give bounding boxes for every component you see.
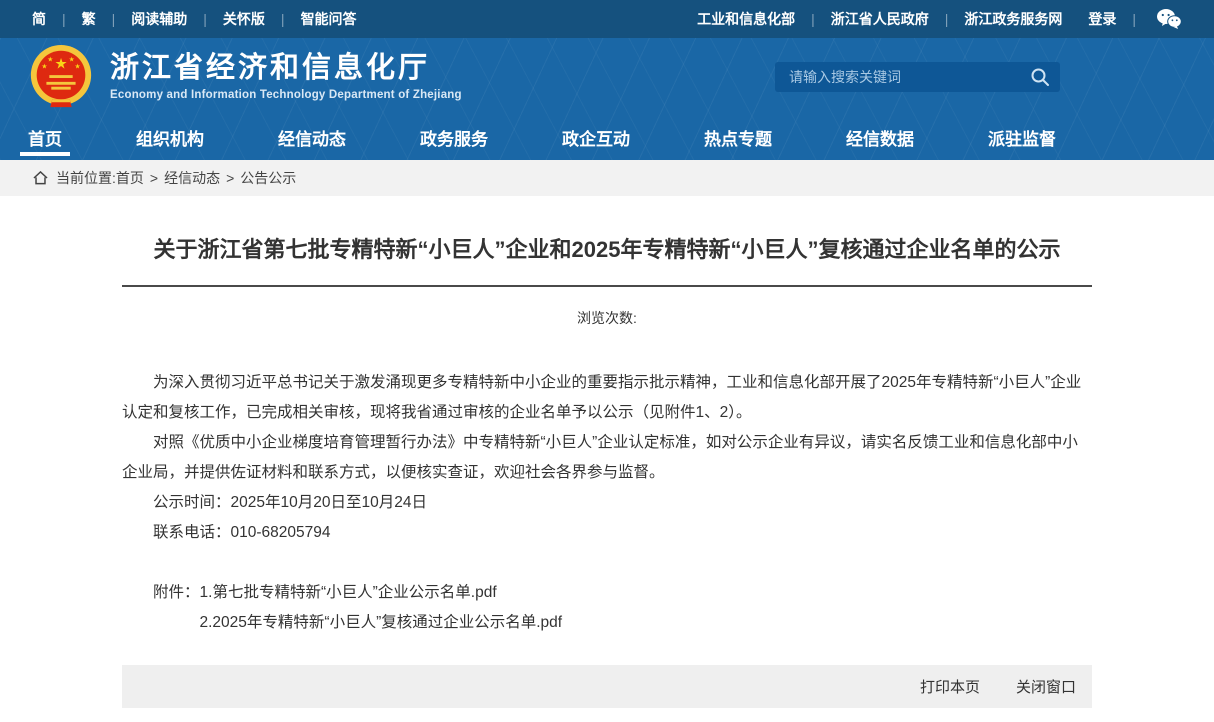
search-box[interactable] <box>775 62 1060 92</box>
site-title: 浙江省经济和信息化厅 <box>110 52 462 85</box>
breadcrumb-announcements[interactable]: 公告公示 <box>240 168 296 188</box>
article-footer-bar: 打印本页 关闭窗口 <box>122 665 1092 708</box>
header-area: ★ ★ ★ ★ ★ 浙江省经济和信息化厅 Economy and Informa… <box>0 38 1214 160</box>
nav-item-data[interactable]: 经信数据 <box>846 115 914 160</box>
paragraph: 对照《优质中小企业梯度培育管理暂行办法》中专精特新“小巨人”企业认定标准，如对公… <box>122 428 1092 488</box>
main-nav: 首页 组织机构 经信动态 政务服务 政企互动 热点专题 经信数据 派驻监督 <box>0 115 1214 160</box>
topbar: 简 | 繁 | 阅读辅助 | 关怀版 | 智能问答 工业和信息化部 | 浙江省人… <box>0 0 1214 38</box>
miit-link[interactable]: 工业和信息化部 <box>697 9 795 29</box>
article-container: 关于浙江省第七批专精特新“小巨人”企业和2025年专精特新“小巨人”复核通过企业… <box>122 232 1092 708</box>
title-divider <box>122 285 1092 287</box>
svg-text:★: ★ <box>41 63 47 70</box>
search-input[interactable] <box>787 68 1030 86</box>
nav-item-supervision[interactable]: 派驻监督 <box>988 115 1056 160</box>
topbar-separator: | <box>945 11 949 27</box>
nav-item-interaction[interactable]: 政企互动 <box>562 115 630 160</box>
reading-aid-link[interactable]: 阅读辅助 <box>131 9 187 29</box>
nav-item-home[interactable]: 首页 <box>28 115 62 160</box>
print-button[interactable]: 打印本页 <box>920 676 980 697</box>
smart-qa-link[interactable]: 智能问答 <box>301 9 357 29</box>
zhejiang-service-link[interactable]: 浙江政务服务网 <box>964 9 1062 29</box>
zhejiang-gov-link[interactable]: 浙江省人民政府 <box>831 9 929 29</box>
breadcrumb-separator: > <box>226 170 234 186</box>
topbar-separator: | <box>203 11 207 27</box>
nav-item-organization[interactable]: 组织机构 <box>136 115 204 160</box>
view-count: 浏览次数: <box>122 308 1092 328</box>
lang-simplified-link[interactable]: 简 <box>32 9 46 29</box>
attachment-line-2: 2.2025年专精特新“小巨人”复核通过企业公示名单.pdf <box>122 608 1092 638</box>
breadcrumb-home[interactable]: 首页 <box>116 168 144 188</box>
topbar-separator: | <box>1132 11 1136 27</box>
breadcrumb-news[interactable]: 经信动态 <box>164 168 220 188</box>
lang-traditional-link[interactable]: 繁 <box>82 9 96 29</box>
nav-item-hot-topics[interactable]: 热点专题 <box>704 115 772 160</box>
nav-item-gov-services[interactable]: 政务服务 <box>420 115 488 160</box>
close-window-button[interactable]: 关闭窗口 <box>1016 676 1076 697</box>
national-emblem-logo: ★ ★ ★ ★ ★ <box>26 43 96 113</box>
svg-text:★: ★ <box>47 56 53 63</box>
care-version-link[interactable]: 关怀版 <box>223 9 265 29</box>
login-link[interactable]: 登录 <box>1088 9 1116 29</box>
svg-text:★: ★ <box>74 63 80 70</box>
article-title: 关于浙江省第七批专精特新“小巨人”企业和2025年专精特新“小巨人”复核通过企业… <box>132 232 1082 268</box>
site-header: ★ ★ ★ ★ ★ 浙江省经济和信息化厅 Economy and Informa… <box>0 38 1214 115</box>
article-body: 为深入贯彻习近平总书记关于激发涌现更多专精特新中小企业的重要指示批示精神，工业和… <box>122 368 1092 638</box>
topbar-separator: | <box>811 11 815 27</box>
contact-phone: 联系电话：010-68205794 <box>122 518 1092 548</box>
paragraph: 为深入贯彻习近平总书记关于激发涌现更多专精特新中小企业的重要指示批示精神，工业和… <box>122 368 1092 428</box>
topbar-right-links: 工业和信息化部 | 浙江省人民政府 | 浙江政务服务网 登录 | <box>697 8 1182 30</box>
attachments-label: 附件： <box>153 584 200 601</box>
svg-text:★: ★ <box>54 56 67 72</box>
publicity-period: 公示时间：2025年10月20日至10月24日 <box>122 488 1092 518</box>
breadcrumb-location-label: 当前位置: <box>56 168 116 188</box>
nav-item-news[interactable]: 经信动态 <box>278 115 346 160</box>
search-icon[interactable] <box>1030 67 1050 87</box>
breadcrumb: 当前位置: 首页 > 经信动态 > 公告公示 <box>0 160 1214 196</box>
topbar-separator: | <box>62 11 66 27</box>
attachment-line-1: 附件：1.第七批专精特新“小巨人”企业公示名单.pdf <box>122 578 1092 608</box>
topbar-separator: | <box>112 11 116 27</box>
attachment-link-2[interactable]: 2.2025年专精特新“小巨人”复核通过企业公示名单.pdf <box>200 614 563 631</box>
wechat-icon[interactable] <box>1156 8 1182 30</box>
topbar-separator: | <box>281 11 285 27</box>
topbar-left-links: 简 | 繁 | 阅读辅助 | 关怀版 | 智能问答 <box>32 9 357 29</box>
home-icon[interactable] <box>33 171 48 185</box>
site-titles: 浙江省经济和信息化厅 Economy and Information Techn… <box>110 52 462 101</box>
site-subtitle: Economy and Information Technology Depar… <box>110 89 462 101</box>
attachment-link-1[interactable]: 1.第七批专精特新“小巨人”企业公示名单.pdf <box>200 584 497 601</box>
breadcrumb-separator: > <box>150 170 158 186</box>
